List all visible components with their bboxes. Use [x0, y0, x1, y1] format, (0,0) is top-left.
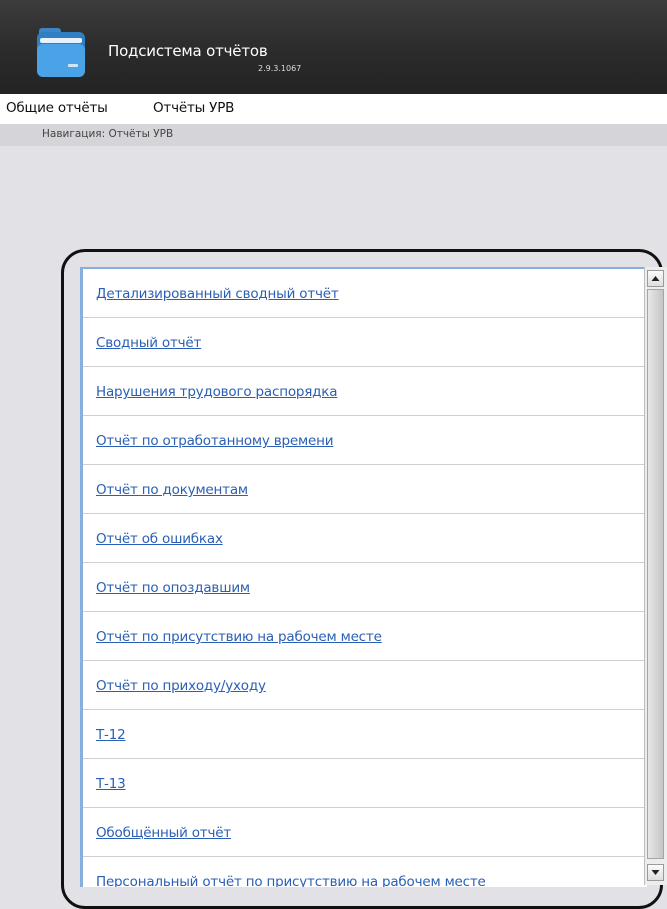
list-item: Персональный отчёт по присутствию на раб… [83, 857, 645, 887]
report-link-presence[interactable]: Отчёт по присутствию на рабочем месте [96, 629, 382, 645]
menu-bar: Общие отчёты Отчёты УРВ [0, 94, 667, 124]
report-link-detailed-summary[interactable]: Детализированный сводный отчёт [96, 286, 339, 302]
report-list: Детализированный сводный отчёт Сводный о… [80, 267, 647, 887]
vertical-scrollbar[interactable] [644, 267, 667, 885]
list-item: Сводный отчёт [83, 318, 645, 367]
list-item: Отчёт по присутствию на рабочем месте [83, 612, 645, 661]
report-link-generalized[interactable]: Обобщённый отчёт [96, 825, 231, 841]
app-version: 2.9.3.1067 [258, 64, 302, 73]
list-item: Нарушения трудового распорядка [83, 367, 645, 416]
report-link-personal-presence[interactable]: Персональный отчёт по присутствию на раб… [96, 874, 486, 887]
breadcrumb-bar: Навигация: Отчёты УРВ [0, 124, 667, 146]
report-link-errors[interactable]: Отчёт об ошибках [96, 531, 223, 547]
arrow-up-icon [651, 276, 660, 281]
scroll-down-button[interactable] [647, 864, 664, 881]
scroll-thumb[interactable] [647, 289, 664, 859]
app-title: Подсистема отчётов [108, 42, 268, 60]
menu-item-urv-reports[interactable]: Отчёты УРВ [153, 100, 234, 116]
app-header: Подсистема отчётов 2.9.3.1067 [0, 0, 667, 94]
list-item: Отчёт по документам [83, 465, 645, 514]
list-item: Отчёт по приходу/уходу [83, 661, 645, 710]
list-item: Детализированный сводный отчёт [83, 269, 645, 318]
list-item: Отчёт об ошибках [83, 514, 645, 563]
report-link-summary[interactable]: Сводный отчёт [96, 335, 201, 351]
report-link-late[interactable]: Отчёт по опоздавшим [96, 580, 250, 596]
scroll-up-button[interactable] [647, 270, 664, 287]
report-link-t13[interactable]: Т-13 [96, 776, 126, 792]
list-item: Обобщённый отчёт [83, 808, 645, 857]
menu-item-general-reports[interactable]: Общие отчёты [6, 100, 108, 116]
folder-icon [37, 28, 85, 77]
breadcrumb: Навигация: Отчёты УРВ [42, 128, 174, 140]
list-item: Т-12 [83, 710, 645, 759]
list-item: Отчёт по опоздавшим [83, 563, 645, 612]
arrow-down-icon [651, 870, 660, 875]
report-link-violations[interactable]: Нарушения трудового распорядка [96, 384, 338, 400]
report-link-t12[interactable]: Т-12 [96, 727, 126, 743]
report-link-documents[interactable]: Отчёт по документам [96, 482, 248, 498]
report-link-arrival-departure[interactable]: Отчёт по приходу/уходу [96, 678, 266, 694]
list-item: Т-13 [83, 759, 645, 808]
list-item: Отчёт по отработанному времени [83, 416, 645, 465]
report-link-worked-time[interactable]: Отчёт по отработанному времени [96, 433, 333, 449]
